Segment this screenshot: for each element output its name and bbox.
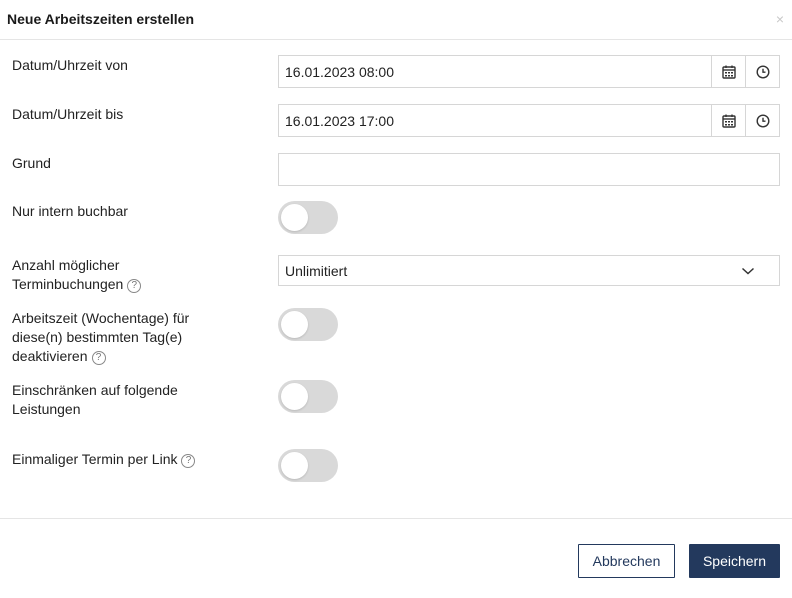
restrict-services-label-line1: Einschränken auf folgende	[12, 382, 178, 398]
deactivate-workdays-toggle[interactable]	[278, 308, 338, 341]
bookings-count-label-line1: Anzahl möglicher	[12, 257, 120, 273]
one-time-link-label-text: Einmaliger Termin per Link	[12, 451, 178, 467]
help-icon[interactable]: ?	[91, 351, 106, 365]
end-datetime-value: 16.01.2023 17:00	[285, 113, 394, 129]
bookings-count-value: Unlimitiert	[285, 263, 348, 279]
reason-input[interactable]	[278, 153, 780, 186]
deactivate-workdays-label-line2: diese(n) bestimmten Tag(e)	[12, 329, 183, 345]
toggle-knob	[281, 383, 308, 410]
toggle-knob	[281, 311, 308, 338]
toggle-knob	[281, 204, 308, 231]
cancel-button[interactable]: Abbrechen	[578, 544, 675, 578]
bookings-count-select[interactable]: Unlimitiert	[278, 255, 780, 286]
clock-button[interactable]	[745, 56, 779, 87]
deactivate-workdays-label: Arbeitszeit (Wochentage) für diese(n) be…	[12, 309, 189, 366]
start-datetime-label: Datum/Uhrzeit von	[12, 57, 128, 73]
calendar-button[interactable]	[711, 56, 745, 87]
deactivate-workdays-label-line1: Arbeitszeit (Wochentage) für	[12, 310, 190, 326]
toggle-knob	[281, 452, 308, 479]
help-icon[interactable]: ?	[181, 454, 196, 468]
restrict-services-label: Einschränken auf folgende Leistungen	[12, 381, 178, 419]
bookings-count-label-line2: Terminbuchungen	[12, 276, 124, 292]
end-datetime-input[interactable]: 16.01.2023 17:00	[278, 104, 780, 137]
start-datetime-value: 16.01.2023 08:00	[285, 64, 394, 80]
internal-only-label: Nur intern buchbar	[12, 203, 128, 219]
clock-icon	[755, 113, 770, 128]
calendar-icon	[721, 65, 736, 79]
save-button[interactable]: Speichern	[689, 544, 780, 578]
end-datetime-label: Datum/Uhrzeit bis	[12, 106, 124, 122]
deactivate-workdays-label-line3: deaktivieren	[12, 348, 88, 364]
footer-divider	[0, 518, 792, 519]
clock-button[interactable]	[745, 105, 779, 136]
dialog-title: Neue Arbeitszeiten erstellen	[7, 11, 194, 27]
restrict-services-toggle[interactable]	[278, 380, 338, 413]
calendar-icon	[721, 114, 736, 128]
start-datetime-input[interactable]: 16.01.2023 08:00	[278, 55, 780, 88]
reason-label: Grund	[12, 155, 51, 171]
one-time-link-label: Einmaliger Termin per Link?	[12, 450, 196, 469]
one-time-link-toggle[interactable]	[278, 449, 338, 482]
help-icon[interactable]: ?	[127, 279, 142, 293]
restrict-services-label-line2: Leistungen	[12, 401, 81, 417]
chevron-down-icon	[741, 267, 755, 275]
clock-icon	[755, 64, 770, 79]
close-icon[interactable]: ×	[776, 11, 784, 27]
dialog-header: Neue Arbeitszeiten erstellen ×	[0, 0, 792, 40]
bookings-count-label: Anzahl möglicher Terminbuchungen?	[12, 256, 142, 294]
internal-only-toggle[interactable]	[278, 201, 338, 234]
calendar-button[interactable]	[711, 105, 745, 136]
